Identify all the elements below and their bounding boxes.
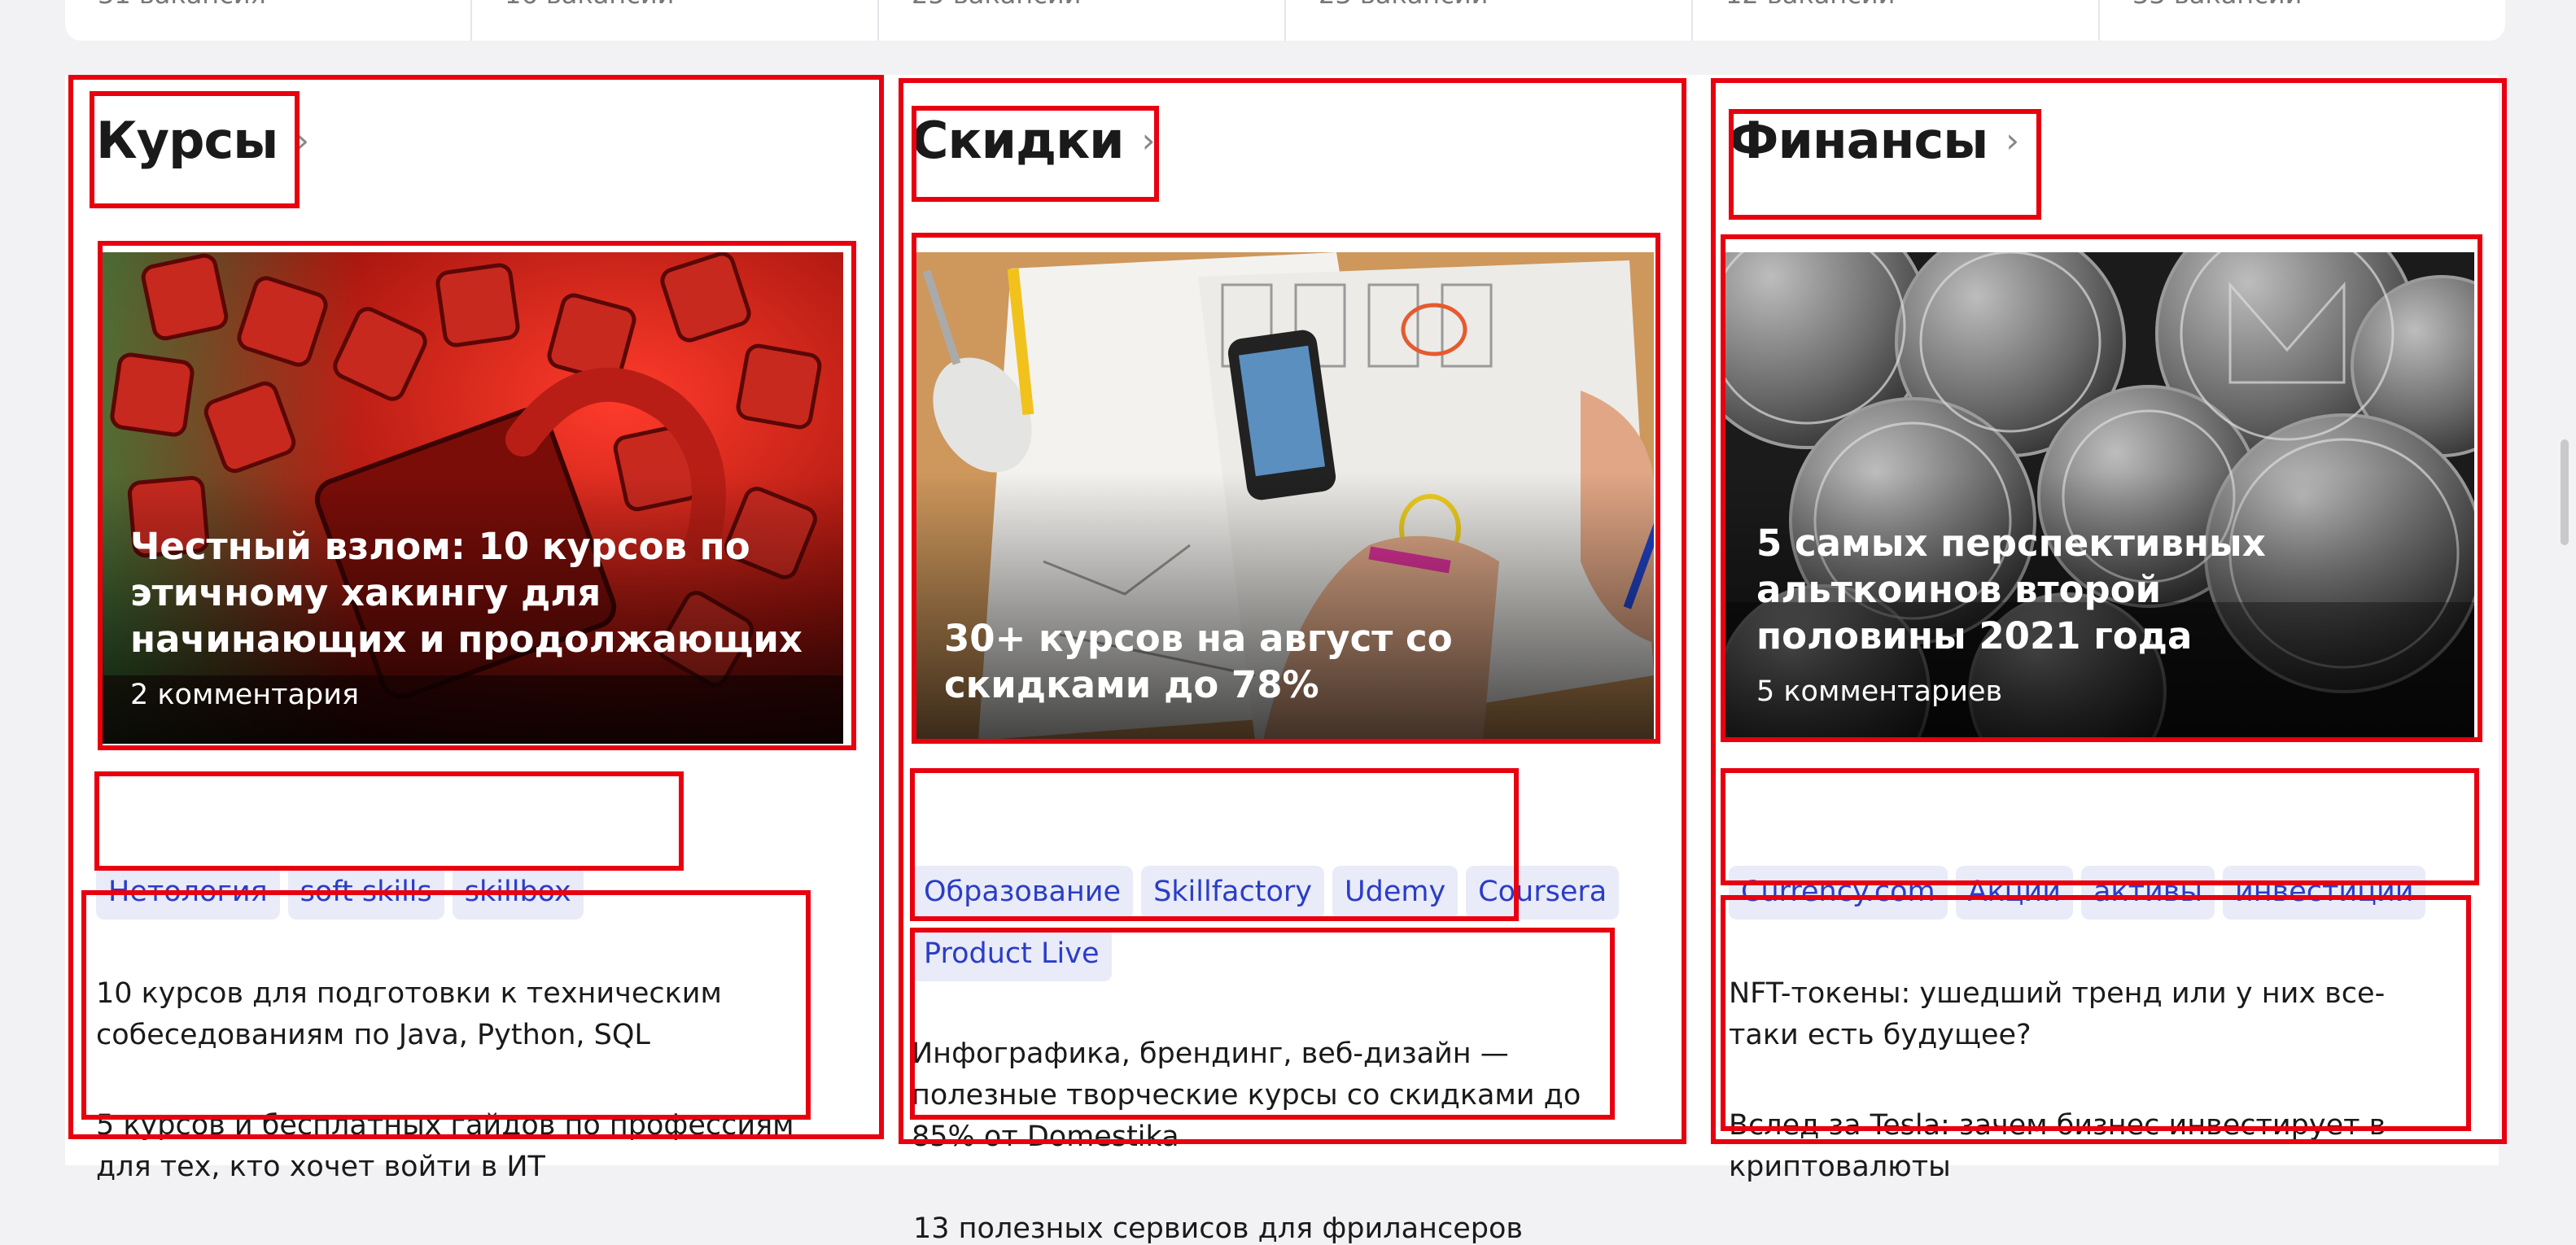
chevron-right-icon: › — [1141, 120, 1156, 160]
hero-card[interactable]: Честный взлом: 10 курсов по этичному хак… — [99, 252, 843, 744]
related-article-link-cutoff[interactable]: 13 полезных сервисов для фрилансеров — [913, 1212, 1523, 1245]
column-heading-label: Скидки — [912, 111, 1125, 170]
vacancy-cell[interactable]: 12 вакансий — [1693, 0, 2100, 41]
related-article-link[interactable]: 5 курсов и бесплатных гайдов по професси… — [96, 1105, 820, 1188]
tag-chip[interactable]: Product Live — [912, 928, 1112, 981]
tag-chip[interactable]: Нетология — [96, 866, 280, 920]
column-heading-finance[interactable]: Финансы › — [1729, 111, 2019, 170]
chevron-right-icon: › — [295, 120, 309, 160]
tag-list: Образование Skillfactory Udemy Coursera … — [912, 866, 1636, 981]
vacancy-count: 33 вакансии — [2132, 0, 2302, 10]
related-article-link[interactable]: Инфографика, брендинг, веб-дизайн — поле… — [912, 1033, 1636, 1158]
tag-chip[interactable]: skillbox — [452, 866, 584, 920]
related-links: Инфографика, брендинг, веб-дизайн — поле… — [912, 1033, 1636, 1207]
vacancy-count: 12 вакансий — [1725, 0, 1895, 10]
tag-chip[interactable]: Skillfactory — [1141, 866, 1324, 920]
tag-chip[interactable]: активы — [2080, 866, 2215, 920]
hero-title: Честный взлом: 10 курсов по этичному хак… — [130, 525, 803, 661]
vacancy-count: 25 вакансий — [912, 0, 1081, 10]
tag-chip[interactable]: soft skills — [287, 866, 444, 920]
column-heading-label: Курсы — [96, 111, 278, 170]
column-heading-discounts[interactable]: Скидки › — [912, 111, 1156, 170]
hero-title: 30+ курсов на август со скидками до 78% — [944, 617, 1453, 706]
column-finance: Финансы › 5 самых перспективных альткоин… — [1693, 75, 2474, 1183]
vacancy-count: 31 вакансия — [98, 0, 266, 10]
vacancy-strip: 31 вакансия 16 вакансий 25 вакансий 23 в… — [65, 0, 2505, 41]
related-article-link[interactable]: Вслед за Tesla: зачем бизнес инвестирует… — [1729, 1105, 2445, 1188]
hero-comments-count: 2 комментария — [130, 679, 360, 711]
vacancy-cell[interactable]: 23 вакансии — [1286, 0, 1693, 41]
vacancy-cell[interactable]: 31 вакансия — [65, 0, 472, 41]
tag-chip[interactable]: Акции — [1955, 866, 2073, 920]
chevron-right-icon: › — [2005, 120, 2019, 160]
tag-list: Currency.com Акции активы инвестиции — [1729, 866, 2453, 920]
column-discounts: Скидки › 30+ курсов на август со скидкам… — [881, 75, 1654, 1245]
vacancy-cell[interactable]: 16 вакансий — [472, 0, 879, 41]
vacancy-cell[interactable]: 33 вакансии — [2100, 0, 2505, 41]
hero-card[interactable]: 5 самых перспективных альткоинов второй … — [1725, 252, 2474, 740]
column-heading-courses[interactable]: Курсы › — [96, 111, 309, 170]
vacancy-count: 23 вакансии — [1319, 0, 1488, 10]
column-courses: Курсы › Честный взлом: 10 курсов по этич… — [65, 75, 843, 1183]
related-links: NFT-токены: ушедший тренд или у них все-… — [1729, 973, 2445, 1237]
tag-list: Нетология soft skills skillbox — [96, 866, 820, 920]
tag-chip[interactable]: Образование — [912, 866, 1134, 920]
tag-chip[interactable]: инвестиции — [2222, 866, 2426, 920]
tag-chip[interactable]: Udemy — [1332, 866, 1459, 920]
tag-chip[interactable]: Currency.com — [1729, 866, 1948, 920]
related-article-link[interactable]: 10 курсов для подготовки к техническим с… — [96, 973, 820, 1056]
vacancy-count: 16 вакансий — [505, 0, 674, 10]
page-scrollbar[interactable] — [2561, 439, 2569, 545]
column-heading-label: Финансы — [1729, 111, 1988, 170]
hero-card[interactable]: 30+ курсов на август со скидками до 78% — [913, 252, 1654, 740]
tag-chip[interactable]: Coursera — [1466, 866, 1620, 920]
hero-comments-count: 5 комментариев — [1756, 675, 2003, 708]
hero-title: 5 самых перспективных альткоинов второй … — [1756, 522, 2266, 657]
related-links: 10 курсов для подготовки к техническим с… — [96, 973, 820, 1237]
related-article-link[interactable]: NFT-токены: ушедший тренд или у них все-… — [1729, 973, 2445, 1056]
vacancy-cell[interactable]: 25 вакансий — [879, 0, 1286, 41]
